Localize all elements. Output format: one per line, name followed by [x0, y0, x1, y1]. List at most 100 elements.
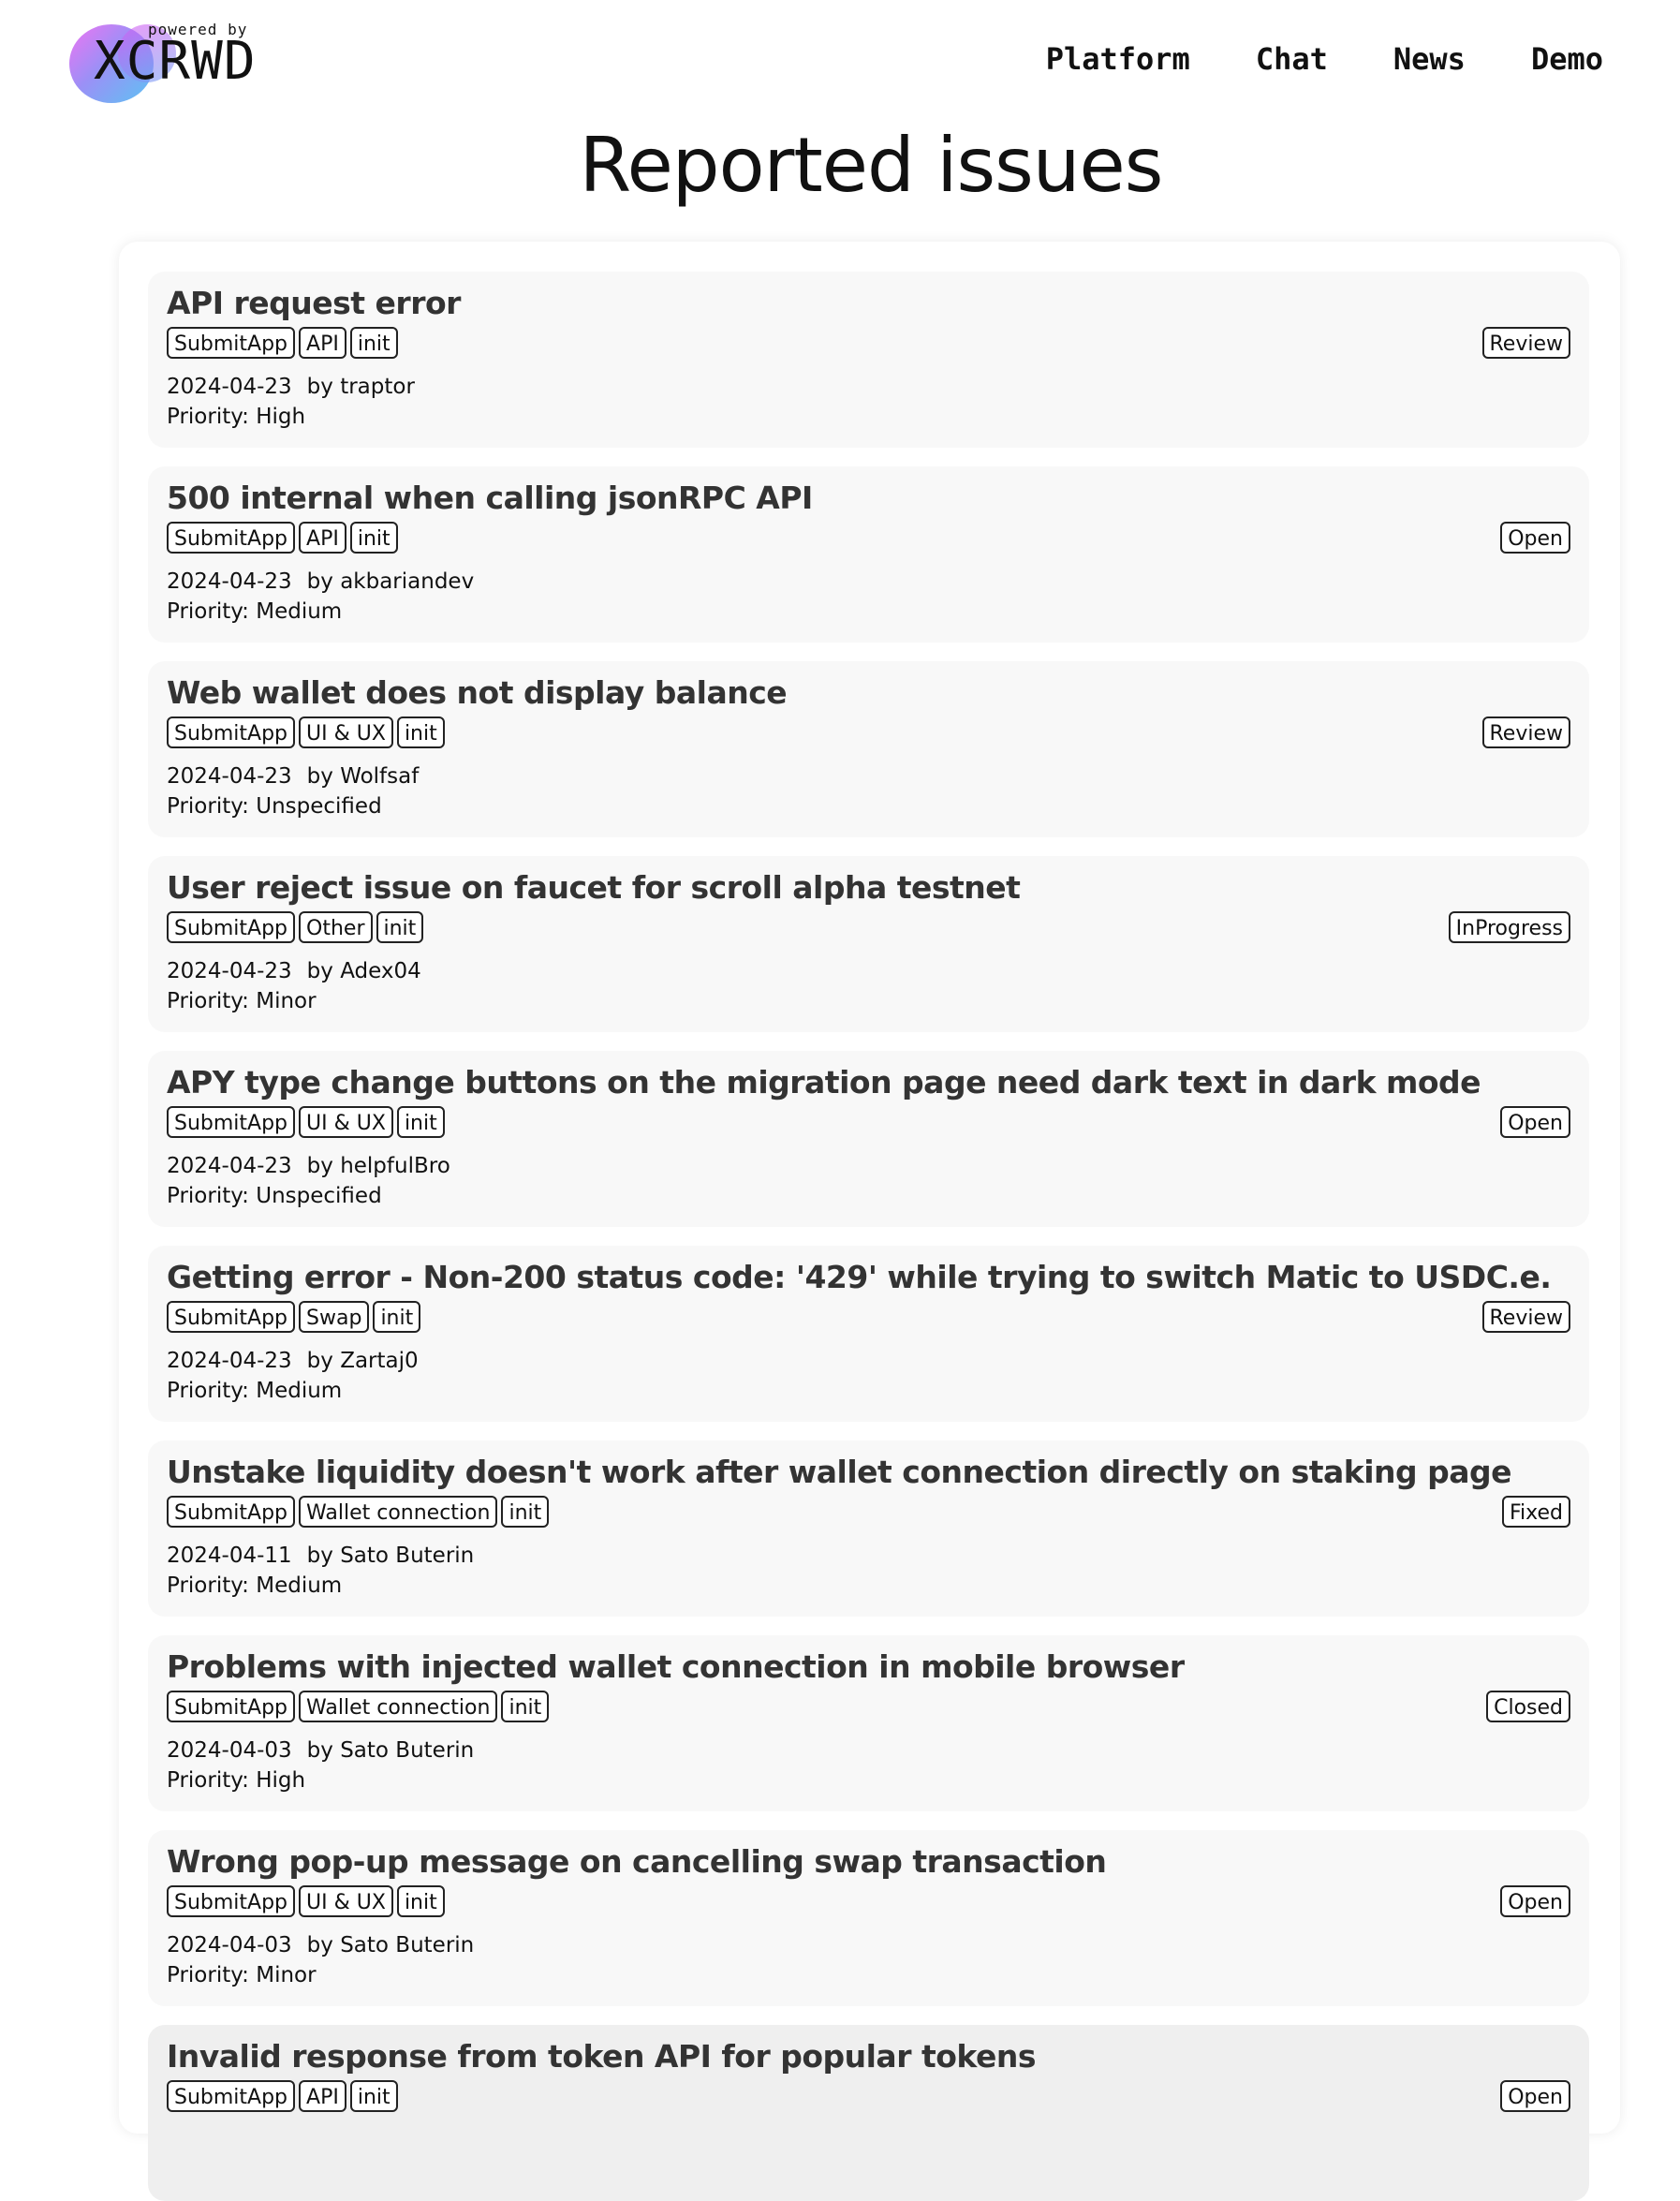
issue-tag: SubmitApp: [167, 327, 296, 359]
issue-tag: SubmitApp: [167, 2080, 296, 2112]
issue-tag: SubmitApp: [167, 1885, 296, 1917]
header: powered by XCRWD Platform Chat News Demo: [0, 0, 1680, 122]
issue-priority: Priority: Unspecified: [167, 794, 382, 819]
issue-tag: API: [299, 2080, 346, 2112]
issue-meta: 2024-04-23 by Zartaj0: [167, 1349, 419, 1373]
issue-card[interactable]: Web wallet does not display balance Submi…: [148, 661, 1589, 837]
issue-tag: Wallet connection: [299, 1496, 498, 1528]
issue-author: by Adex04: [306, 959, 421, 983]
issue-card[interactable]: Wrong pop-up message on cancelling swap …: [148, 1830, 1589, 2006]
issue-card[interactable]: Invalid response from token API for popu…: [148, 2025, 1589, 2201]
issue-title[interactable]: User reject issue on faucet for scroll a…: [167, 869, 1021, 906]
issue-card[interactable]: API request error SubmitApp API init Review 2…: [148, 272, 1589, 448]
issue-status-badge: Closed: [1486, 1691, 1570, 1722]
nav-news-link[interactable]: News: [1393, 41, 1466, 77]
issue-date: 2024-04-23: [167, 1349, 292, 1373]
issue-tag: Other: [299, 911, 373, 943]
issue-card[interactable]: 500 internal when calling jsonRPC API Sub…: [148, 466, 1589, 643]
issue-author: by Zartaj0: [306, 1349, 419, 1373]
issue-status-badge: Fixed: [1501, 1496, 1570, 1528]
issue-card[interactable]: Getting error - Non-200 status code: '42…: [148, 1246, 1589, 1422]
issue-date: 2024-04-23: [167, 764, 292, 789]
issue-tag: Wallet connection: [299, 1691, 498, 1722]
issue-tag: SubmitApp: [167, 522, 296, 554]
issue-date: 2024-04-23: [167, 375, 292, 399]
issue-card[interactable]: Problems with injected wallet connection…: [148, 1635, 1589, 1811]
issue-tags: SubmitApp Swap init: [167, 1301, 421, 1333]
issue-author: by Sato Buterin: [306, 1933, 475, 1957]
issue-tag: API: [299, 522, 346, 554]
issue-title[interactable]: Web wallet does not display balance: [167, 674, 788, 711]
xcrwd-logo[interactable]: powered by XCRWD: [69, 19, 275, 103]
issue-meta: 2024-04-23 by Adex04: [167, 959, 421, 983]
issue-priority: Priority: Medium: [167, 1573, 343, 1598]
issue-priority: Priority: Minor: [167, 989, 317, 1013]
issue-status-badge: Open: [1500, 522, 1570, 554]
page-title: Reported issues: [579, 122, 1164, 209]
issue-status-badge: Review: [1481, 1301, 1570, 1333]
issue-tag: init: [349, 522, 398, 554]
issue-author: by traptor: [306, 375, 415, 399]
issue-title[interactable]: API request error: [167, 285, 461, 321]
issue-author: by Sato Buterin: [306, 1738, 475, 1763]
issue-tags: SubmitApp UI & UX init: [167, 1106, 445, 1138]
logo-wordmark: XCRWD: [94, 31, 257, 92]
issue-title[interactable]: Problems with injected wallet connection…: [167, 1648, 1185, 1685]
issue-tag: API: [299, 327, 346, 359]
top-nav: Platform Chat News Demo: [1046, 41, 1603, 77]
issue-tag: init: [349, 2080, 398, 2112]
issue-tag: init: [501, 1691, 550, 1722]
issue-tags: SubmitApp API init: [167, 2080, 398, 2112]
issue-priority: Priority: Unspecified: [167, 1184, 382, 1208]
issue-card[interactable]: Unstake liquidity doesn't work after wal…: [148, 1440, 1589, 1617]
issue-tags: SubmitApp Other init: [167, 911, 424, 943]
nav-platform-link[interactable]: Platform: [1046, 41, 1190, 77]
issue-tag: SubmitApp: [167, 716, 296, 748]
issue-tag: SubmitApp: [167, 1106, 296, 1138]
issue-title[interactable]: APY type change buttons on the migration…: [167, 1064, 1481, 1100]
issue-status-badge: Review: [1481, 716, 1570, 748]
issue-tag: UI & UX: [299, 1885, 393, 1917]
issue-meta: 2024-04-23 by akbariandev: [167, 569, 474, 594]
issue-status-badge: Open: [1500, 1885, 1570, 1917]
issue-status-badge: Review: [1481, 327, 1570, 359]
issue-tag: init: [396, 1885, 445, 1917]
issue-tags: SubmitApp Wallet connection init: [167, 1496, 550, 1528]
issue-tags: SubmitApp UI & UX init: [167, 1885, 445, 1917]
nav-demo-link[interactable]: Demo: [1531, 41, 1603, 77]
issue-date: 2024-04-23: [167, 1154, 292, 1178]
issue-meta: 2024-04-23 by helpfulBro: [167, 1154, 450, 1178]
issue-tag: init: [373, 1301, 421, 1333]
issue-status-badge: InProgress: [1448, 911, 1570, 943]
issue-tag: Swap: [299, 1301, 370, 1333]
issue-tag: init: [349, 327, 398, 359]
issue-card[interactable]: APY type change buttons on the migration…: [148, 1051, 1589, 1227]
issue-card[interactable]: User reject issue on faucet for scroll a…: [148, 856, 1589, 1032]
issue-tag: SubmitApp: [167, 1301, 296, 1333]
issue-date: 2024-04-23: [167, 569, 292, 594]
issue-tags: SubmitApp API init: [167, 327, 398, 359]
issue-tags: SubmitApp Wallet connection init: [167, 1691, 550, 1722]
issue-title[interactable]: Invalid response from token API for popu…: [167, 2038, 1037, 2075]
issue-title[interactable]: 500 internal when calling jsonRPC API: [167, 480, 813, 516]
issue-title[interactable]: Wrong pop-up message on cancelling swap …: [167, 1843, 1107, 1880]
issue-date: 2024-04-03: [167, 1933, 292, 1957]
issue-tag: UI & UX: [299, 716, 393, 748]
issue-title[interactable]: Unstake liquidity doesn't work after wal…: [167, 1454, 1512, 1490]
issue-author: by Sato Buterin: [306, 1544, 475, 1568]
issue-meta: 2024-04-03 by Sato Buterin: [167, 1933, 474, 1957]
issue-tag: SubmitApp: [167, 911, 296, 943]
issue-title[interactable]: Getting error - Non-200 status code: '42…: [167, 1259, 1552, 1295]
issue-author: by akbariandev: [306, 569, 475, 594]
issue-meta: 2024-04-11 by Sato Buterin: [167, 1544, 474, 1568]
issue-meta: 2024-04-03 by Sato Buterin: [167, 1738, 474, 1763]
issue-meta: 2024-04-23 by traptor: [167, 375, 415, 399]
issue-priority: Priority: Minor: [167, 1963, 317, 1987]
issue-status-badge: Open: [1500, 2080, 1570, 2112]
issue-tag: init: [396, 716, 445, 748]
issue-date: 2024-04-23: [167, 959, 292, 983]
issue-author: by helpfulBro: [306, 1154, 450, 1178]
nav-chat-link[interactable]: Chat: [1256, 41, 1328, 77]
issue-tag: init: [376, 911, 424, 943]
issues-panel: API request error SubmitApp API init Review 2…: [119, 242, 1620, 2201]
